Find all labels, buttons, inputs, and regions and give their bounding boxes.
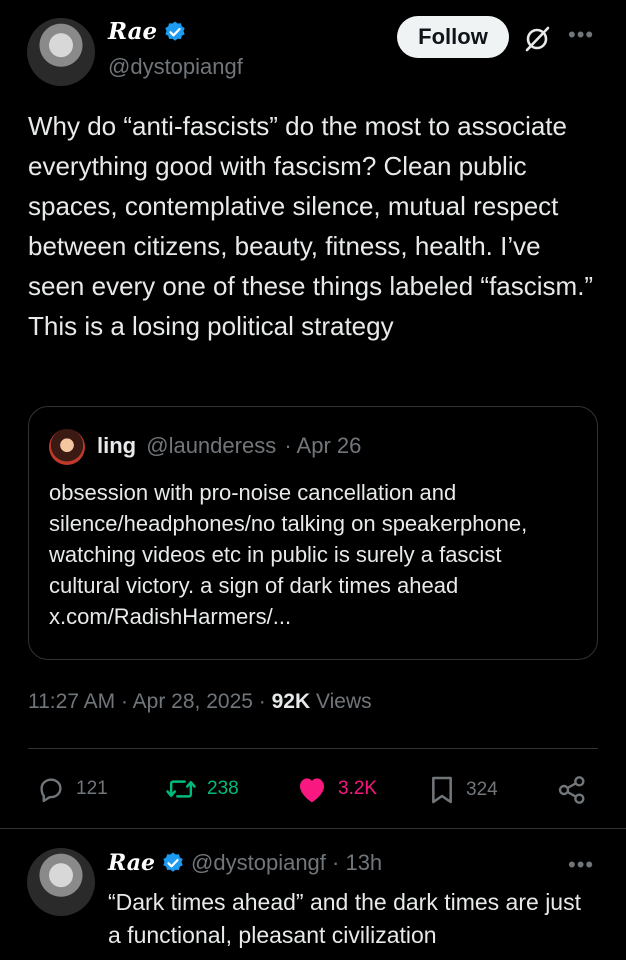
quote-header: ling @launderess · Apr 26	[97, 433, 361, 459]
share-icon[interactable]	[556, 774, 588, 806]
quote-author-handle[interactable]: @launderess	[146, 433, 276, 458]
follow-button[interactable]: Follow	[397, 16, 509, 58]
reply-count: 121	[76, 778, 108, 799]
actions-divider-top	[28, 748, 598, 749]
author-name[interactable]: Rae	[108, 18, 157, 45]
bookmark-icon	[432, 776, 452, 804]
reply-more-options-icon[interactable]: •••	[568, 852, 594, 878]
tweet-text: Why do “anti-fascists” do the most to as…	[28, 111, 594, 341]
repost-count: 238	[207, 778, 239, 799]
reply-button[interactable]: 121	[36, 774, 108, 804]
like-count: 3.2K	[338, 778, 378, 799]
thread-divider	[0, 828, 626, 829]
reply-author-handle[interactable]: @dystopiangf · 13h	[191, 850, 382, 876]
quote-author-name[interactable]: ling	[97, 433, 136, 458]
quote-text: obsession with pro-noise cancellation an…	[49, 480, 528, 629]
author-handle[interactable]: @dystopiangf	[108, 54, 243, 80]
bookmark-button[interactable]: 324	[428, 774, 498, 806]
tweet-meta: 11:27 AM · Apr 28, 2025 · 92K Views	[28, 690, 372, 714]
reply-author-name[interactable]: Rae	[108, 850, 155, 876]
reply-verified-badge-icon	[163, 852, 183, 872]
reply-header: Rae @dystopiangf · 13h	[108, 850, 382, 876]
repost-icon	[166, 780, 196, 798]
quote-author-avatar[interactable]	[49, 429, 85, 465]
reply-text: “Dark times ahead” and the dark times ar…	[108, 889, 581, 948]
tweet-timestamp[interactable]: 11:27 AM · Apr 28, 2025 ·	[28, 690, 266, 713]
heart-icon	[300, 778, 324, 803]
quoted-tweet[interactable]: ling @launderess · Apr 26 obsession with…	[28, 406, 598, 660]
views-label: Views	[315, 690, 372, 713]
author-avatar[interactable]	[27, 18, 95, 86]
reply-icon	[40, 778, 62, 803]
like-button[interactable]: 3.2K	[296, 774, 377, 804]
author-name-row[interactable]: Rae	[108, 18, 187, 45]
bookmark-count: 324	[466, 779, 498, 800]
verified-badge-icon	[165, 21, 185, 41]
grok-icon[interactable]	[522, 24, 552, 54]
reply-author-avatar[interactable]	[27, 848, 95, 916]
views-count: 92K	[271, 690, 311, 713]
more-options-icon[interactable]: •••	[568, 22, 594, 48]
quote-date: · Apr 26	[284, 433, 362, 458]
repost-button[interactable]: 238	[165, 774, 239, 804]
